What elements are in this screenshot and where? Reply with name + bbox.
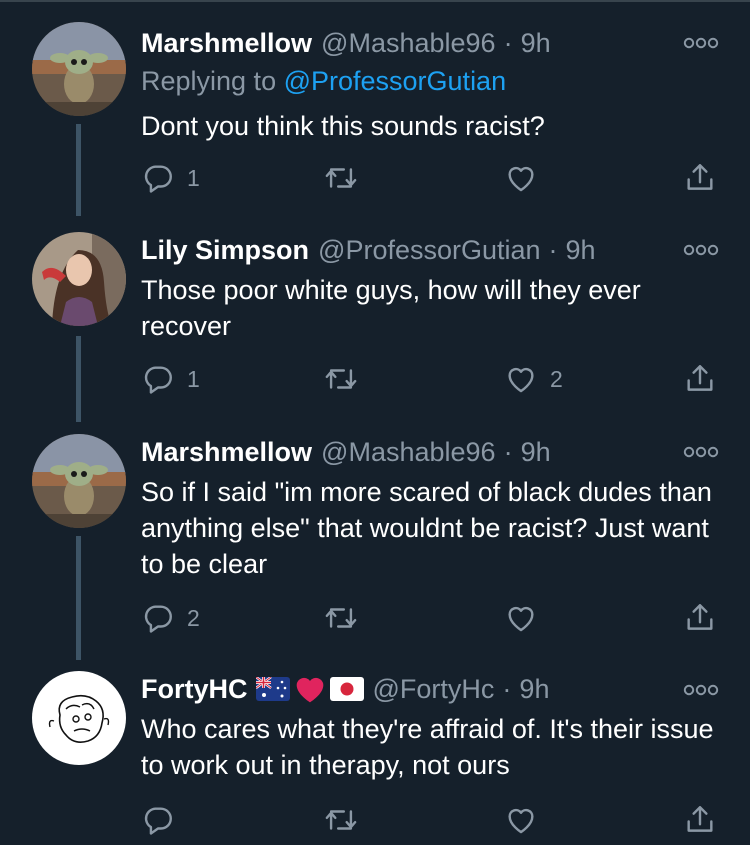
retweet-button[interactable]: [324, 158, 370, 198]
retweet-icon: [325, 810, 357, 830]
reply-button[interactable]: [141, 800, 187, 840]
like-button[interactable]: 2: [504, 359, 563, 399]
share-icon: [687, 806, 713, 832]
thread-line: [76, 336, 81, 422]
avatar-lily-simpson[interactable]: [32, 232, 126, 326]
red-heart-icon: [296, 677, 323, 703]
more-icon[interactable]: [683, 243, 719, 257]
australia-flag-icon: [255, 677, 290, 701]
share-button[interactable]: [683, 800, 717, 840]
like-icon: [508, 166, 534, 192]
user-handle[interactable]: @ProfessorGutian: [318, 233, 541, 267]
retweet-button[interactable]: [324, 359, 370, 399]
share-button[interactable]: [683, 598, 717, 638]
separator: ·: [548, 235, 558, 265]
like-icon: [508, 808, 534, 834]
reply-count: 2: [187, 604, 200, 631]
display-name[interactable]: Marshmellow: [141, 26, 312, 60]
tweet-actions: 2: [141, 598, 731, 638]
timestamp[interactable]: 9h: [566, 233, 596, 267]
retweet-icon: [325, 369, 357, 389]
display-name[interactable]: FortyHC: [141, 672, 248, 706]
japan-flag-icon: [329, 677, 364, 701]
thread-line: [76, 536, 81, 660]
tweet-header: Marshmellow @Mashable96 · 9h: [141, 26, 551, 60]
replying-to-label: Replying to: [141, 66, 284, 96]
user-handle[interactable]: @Mashable96: [321, 435, 496, 469]
more-icon[interactable]: [683, 36, 719, 50]
like-button[interactable]: [504, 800, 550, 840]
tweet-actions: [141, 800, 731, 840]
retweet-button[interactable]: [324, 800, 370, 840]
reply-icon: [144, 366, 172, 394]
share-icon: [687, 164, 713, 190]
reply-button[interactable]: 2: [141, 598, 200, 638]
more-icon[interactable]: [683, 445, 719, 459]
tweet-header: Marshmellow @Mashable96 · 9h: [141, 435, 551, 469]
replying-to: Replying to @ProfessorGutian: [141, 64, 506, 98]
tweet-text: So if I said "im more scared of black du…: [141, 477, 712, 579]
user-handle[interactable]: @FortyHc: [373, 672, 495, 706]
display-name[interactable]: Marshmellow: [141, 435, 312, 469]
avatar-marshmellow[interactable]: [32, 434, 126, 528]
tweet-actions: 1: [141, 158, 731, 198]
share-icon: [687, 365, 713, 391]
like-count: 2: [550, 365, 563, 392]
like-button[interactable]: [504, 158, 550, 198]
reply-button[interactable]: 1: [141, 158, 200, 198]
timestamp[interactable]: 9h: [521, 26, 551, 60]
reply-icon: [144, 807, 172, 835]
tweet-header: Lily Simpson @ProfessorGutian · 9h: [141, 233, 596, 267]
share-icon: [687, 604, 713, 630]
top-divider: [0, 0, 750, 2]
user-handle[interactable]: @Mashable96: [321, 26, 496, 60]
separator: ·: [502, 674, 512, 704]
retweet-icon: [325, 608, 357, 628]
timestamp[interactable]: 9h: [519, 672, 549, 706]
like-icon: [508, 606, 534, 632]
tweet-header: FortyHC @FortyHc · 9h: [141, 672, 549, 706]
separator: ·: [503, 437, 513, 467]
tweet-actions: 1 2: [141, 359, 731, 399]
share-button[interactable]: [683, 158, 717, 198]
more-icon[interactable]: [683, 683, 719, 697]
retweet-button[interactable]: [324, 598, 370, 638]
tweet-text: Those poor white guys, how will they eve…: [141, 275, 641, 341]
separator: ·: [503, 28, 513, 58]
like-icon: [508, 367, 534, 393]
timestamp[interactable]: 9h: [521, 435, 551, 469]
reply-count: 1: [187, 365, 200, 392]
reply-button[interactable]: 1: [141, 359, 200, 399]
name-emoji-flags: [255, 674, 364, 704]
avatar-marshmellow[interactable]: [32, 22, 126, 116]
reply-count: 1: [187, 164, 200, 191]
share-button[interactable]: [683, 359, 717, 399]
retweet-icon: [325, 168, 357, 188]
reply-icon: [144, 605, 172, 633]
reply-icon: [144, 165, 172, 193]
replying-to-mention[interactable]: @ProfessorGutian: [284, 66, 507, 96]
avatar-fortyhc[interactable]: [32, 671, 126, 765]
thread-line: [76, 124, 81, 216]
tweet-text: Who cares what they're affraid of. It's …: [141, 714, 714, 780]
display-name[interactable]: Lily Simpson: [141, 233, 309, 267]
tweet-text: Dont you think this sounds racist?: [141, 111, 545, 141]
like-button[interactable]: [504, 598, 550, 638]
